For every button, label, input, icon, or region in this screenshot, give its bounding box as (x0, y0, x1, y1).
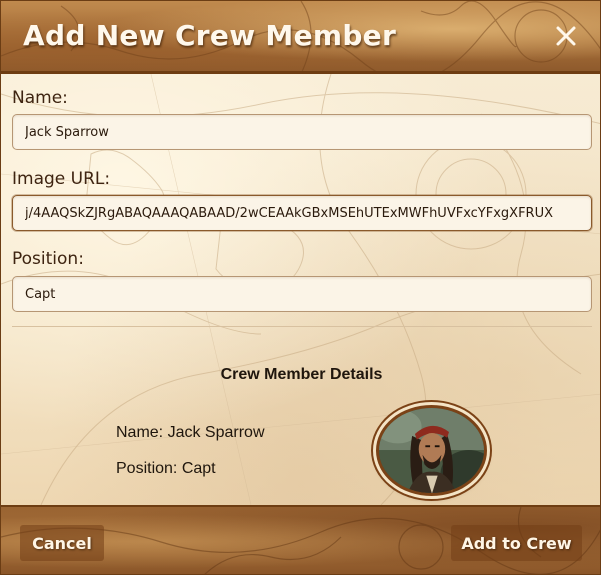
add-crew-modal: Add New Crew Member Name: Image URL: Pos… (0, 0, 601, 575)
add-to-crew-button[interactable]: Add to Crew (451, 525, 582, 561)
modal-title: Add New Crew Member (23, 19, 397, 52)
form-divider (12, 326, 592, 327)
modal-footer: Cancel Add to Crew (1, 505, 600, 574)
crew-avatar (376, 405, 487, 496)
details-heading: Crew Member Details (220, 366, 383, 383)
modal-header: Add New Crew Member (1, 1, 600, 74)
name-input[interactable] (12, 114, 592, 150)
position-input[interactable] (12, 276, 592, 312)
close-button[interactable] (553, 23, 579, 49)
details-position: Position: Capt (116, 460, 216, 477)
cancel-button[interactable]: Cancel (20, 525, 104, 561)
close-icon (556, 26, 576, 46)
position-label: Position: (12, 249, 84, 269)
image-url-label: Image URL: (12, 169, 111, 189)
crew-portrait-icon (379, 408, 484, 493)
name-label: Name: (12, 88, 68, 108)
details-name: Name: Jack Sparrow (116, 424, 265, 441)
image-url-input[interactable] (12, 195, 592, 231)
